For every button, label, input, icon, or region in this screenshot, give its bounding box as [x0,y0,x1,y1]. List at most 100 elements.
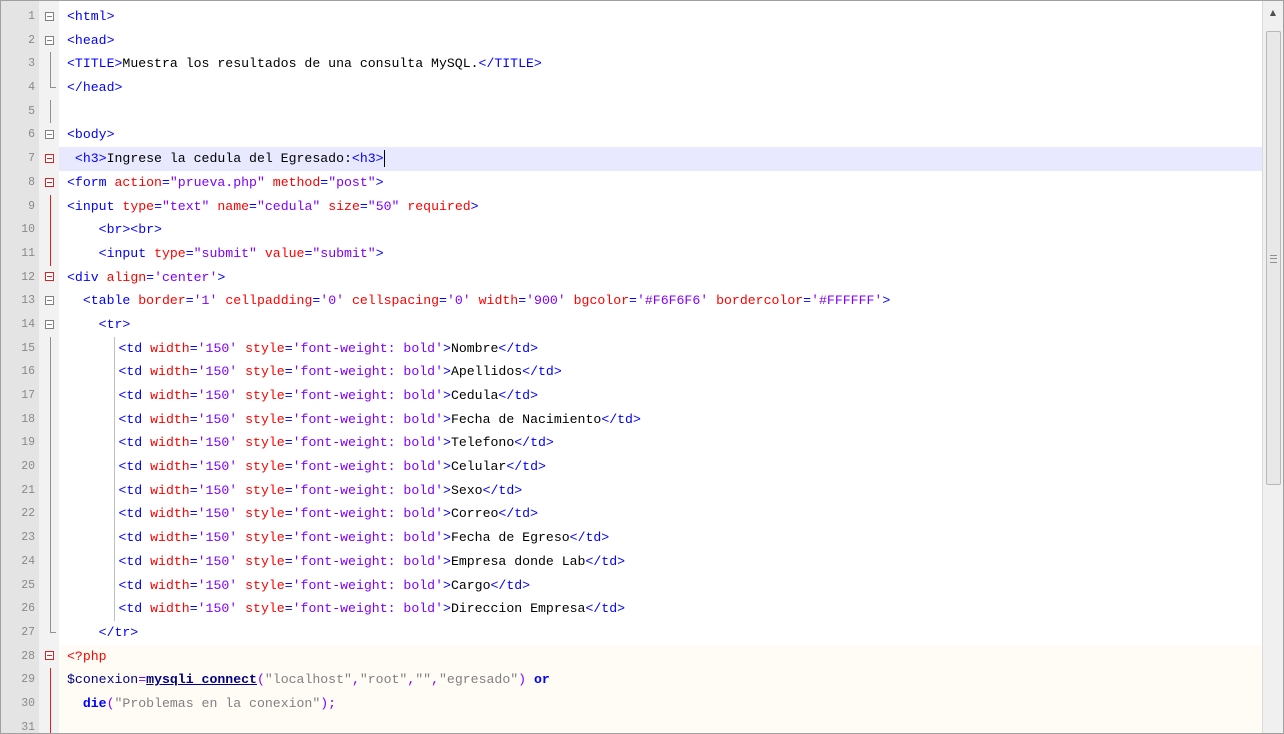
code-line[interactable]: 8 <form action="prueva.php" method="post"… [1,171,1263,195]
code-area[interactable]: <form action="prueva.php" method="post"> [59,171,1263,195]
fold-toggle-icon[interactable] [39,313,59,337]
code-area[interactable]: <TITLE>Muestra los resultados de una con… [59,52,1263,76]
fold-toggle-icon[interactable] [39,29,59,53]
code-area[interactable]: </head> [59,76,1263,100]
code-line[interactable]: 2 <head> [1,29,1263,53]
code-area[interactable]: <td width='150' style='font-weight: bold… [59,549,1263,574]
code-area[interactable]: <tr> [59,313,1263,337]
code-area[interactable] [59,100,1263,124]
code-area[interactable]: $conexion=mysqli_connect("localhost","ro… [59,668,1263,692]
code-text[interactable]: <td width='150' style='font-weight: bold… [67,573,530,598]
code-text[interactable]: <td width='150' style='font-weight: bold… [67,526,609,550]
code-line[interactable]: 31 [1,715,1263,733]
code-area[interactable]: <td width='150' style='font-weight: bold… [59,336,1263,361]
code-text[interactable]: <td width='150' style='font-weight: bold… [67,455,546,479]
code-text[interactable]: <input type="text" name="cedula" size="5… [67,195,479,219]
code-text[interactable]: <div align='center'> [67,266,225,290]
code-text[interactable]: </head> [67,76,122,100]
code-line[interactable]: 20 <td width='150' style='font-weight: b… [1,455,1263,479]
code-line[interactable]: 25 <td width='150' style='font-weight: b… [1,573,1263,598]
code-editor[interactable]: 1 <html> 2 <head> 3 <TITLE>Muestra los result… [0,0,1284,734]
code-area[interactable]: <td width='150' style='font-weight: bold… [59,502,1263,527]
fold-toggle-icon[interactable] [39,289,59,313]
code-line[interactable]: 23 <td width='150' style='font-weight: b… [1,526,1263,550]
fold-toggle-icon[interactable] [39,147,59,171]
code-line[interactable]: 27 </tr> [1,620,1263,645]
code-text[interactable]: <tr> [67,313,131,337]
code-line[interactable]: 12 <div align='center'> [1,266,1263,290]
code-line[interactable]: 3 <TITLE>Muestra los resultados de una co… [1,52,1263,77]
code-line[interactable]: 15 <td width='150' style='font-weight: b… [1,336,1263,361]
code-area[interactable]: <input type="submit" value="submit"> [59,242,1263,266]
code-text[interactable]: <td width='150' style='font-weight: bold… [67,407,641,432]
code-line[interactable]: 5 [1,99,1263,124]
code-text[interactable]: die("Problemas en la conexion"); [67,692,336,716]
code-lines[interactable]: 1 <html> 2 <head> 3 <TITLE>Muestra los result… [1,5,1263,733]
code-text[interactable]: <td width='150' style='font-weight: bold… [67,478,522,503]
code-line[interactable]: 6 <body> [1,123,1263,147]
code-area[interactable]: <td width='150' style='font-weight: bold… [59,478,1263,503]
fold-toggle-icon[interactable] [39,266,59,290]
code-area[interactable]: <h3>Ingrese la cedula del Egresado:<h3> [59,147,1263,171]
code-area[interactable]: <body> [59,123,1263,147]
code-text[interactable]: <td width='150' style='font-weight: bold… [67,360,562,384]
code-area[interactable]: <td width='150' style='font-weight: bold… [59,526,1263,550]
code-area[interactable]: <table border='1' cellpadding='0' cellsp… [59,289,1263,313]
code-text[interactable]: <input type="submit" value="submit"> [67,242,384,266]
code-area[interactable]: <head> [59,29,1263,53]
code-text[interactable]: <TITLE>Muestra los resultados de una con… [67,52,542,76]
code-line[interactable]: 26 <td width='150' style='font-weight: b… [1,597,1263,621]
code-line[interactable]: 11 <input type="submit" value="submit"> [1,241,1263,266]
code-line[interactable]: 14 <tr> [1,313,1263,337]
fold-toggle-icon[interactable] [39,171,59,195]
code-text[interactable]: <html> [67,5,114,29]
code-area[interactable]: <?php [59,644,1263,669]
code-text[interactable]: <td width='150' style='font-weight: bold… [67,549,625,574]
fold-toggle-icon[interactable] [39,645,59,669]
code-area[interactable]: <html> [59,5,1263,29]
code-line[interactable]: 17 <td width='150' style='font-weight: b… [1,384,1263,408]
code-area[interactable]: <td width='150' style='font-weight: bold… [59,455,1263,479]
code-area[interactable]: <td width='150' style='font-weight: bold… [59,360,1263,384]
code-area[interactable] [59,715,1263,733]
code-area[interactable]: die("Problemas en la conexion"); [59,691,1263,716]
code-text[interactable]: <td width='150' style='font-weight: bold… [67,384,538,408]
code-area[interactable]: <td width='150' style='font-weight: bold… [59,597,1263,621]
scrollbar-thumb[interactable] [1266,31,1281,485]
code-line[interactable]: 10 <br><br> [1,218,1263,242]
code-text[interactable]: <td width='150' style='font-weight: bold… [67,336,538,361]
code-text[interactable]: <h3>Ingrese la cedula del Egresado:<h3> [67,147,385,171]
code-text[interactable]: <table border='1' cellpadding='0' cellsp… [67,289,890,313]
code-line[interactable]: 30 die("Problemas en la conexion"); [1,691,1263,716]
code-area[interactable]: <td width='150' style='font-weight: bold… [59,384,1263,408]
code-text[interactable]: <br><br> [67,218,162,242]
code-area[interactable]: <br><br> [59,218,1263,242]
code-area[interactable]: <td width='150' style='font-weight: bold… [59,573,1263,598]
code-text[interactable]: </tr> [67,621,139,645]
fold-toggle-icon[interactable] [39,5,59,29]
code-area[interactable]: <div align='center'> [59,266,1263,290]
code-line[interactable]: 22 <td width='150' style='font-weight: b… [1,502,1263,527]
code-text[interactable]: <?php [67,645,107,669]
code-text[interactable]: <td width='150' style='font-weight: bold… [67,597,625,621]
code-line[interactable]: 28 <?php [1,644,1263,669]
code-text[interactable]: <body> [67,123,114,147]
code-text[interactable]: <form action="prueva.php" method="post"> [67,171,384,195]
vertical-scrollbar[interactable]: ▲ [1262,1,1283,733]
code-line[interactable]: 29 $conexion=mysqli_connect("localhost","… [1,668,1263,692]
code-area[interactable]: <td width='150' style='font-weight: bold… [59,431,1263,456]
code-line[interactable]: 9 <input type="text" name="cedula" size="… [1,194,1263,219]
code-area[interactable]: <input type="text" name="cedula" size="5… [59,195,1263,219]
code-line[interactable]: 7 <h3>Ingrese la cedula del Egresado:<h3… [1,147,1263,171]
code-text[interactable]: <td width='150' style='font-weight: bold… [67,502,538,527]
code-text[interactable]: <head> [67,29,114,53]
code-line[interactable]: 1 <html> [1,5,1263,29]
code-text[interactable]: <td width='150' style='font-weight: bold… [67,431,554,456]
code-area[interactable]: <td width='150' style='font-weight: bold… [59,407,1263,432]
code-text[interactable]: $conexion=mysqli_connect("localhost","ro… [67,668,550,692]
code-line[interactable]: 19 <td width='150' style='font-weight: b… [1,431,1263,456]
code-area[interactable]: </tr> [59,621,1263,645]
scroll-up-arrow-icon[interactable]: ▲ [1263,5,1283,21]
code-line[interactable]: 24 <td width='150' style='font-weight: b… [1,549,1263,574]
code-line[interactable]: 16 <td width='150' style='font-weight: b… [1,360,1263,384]
